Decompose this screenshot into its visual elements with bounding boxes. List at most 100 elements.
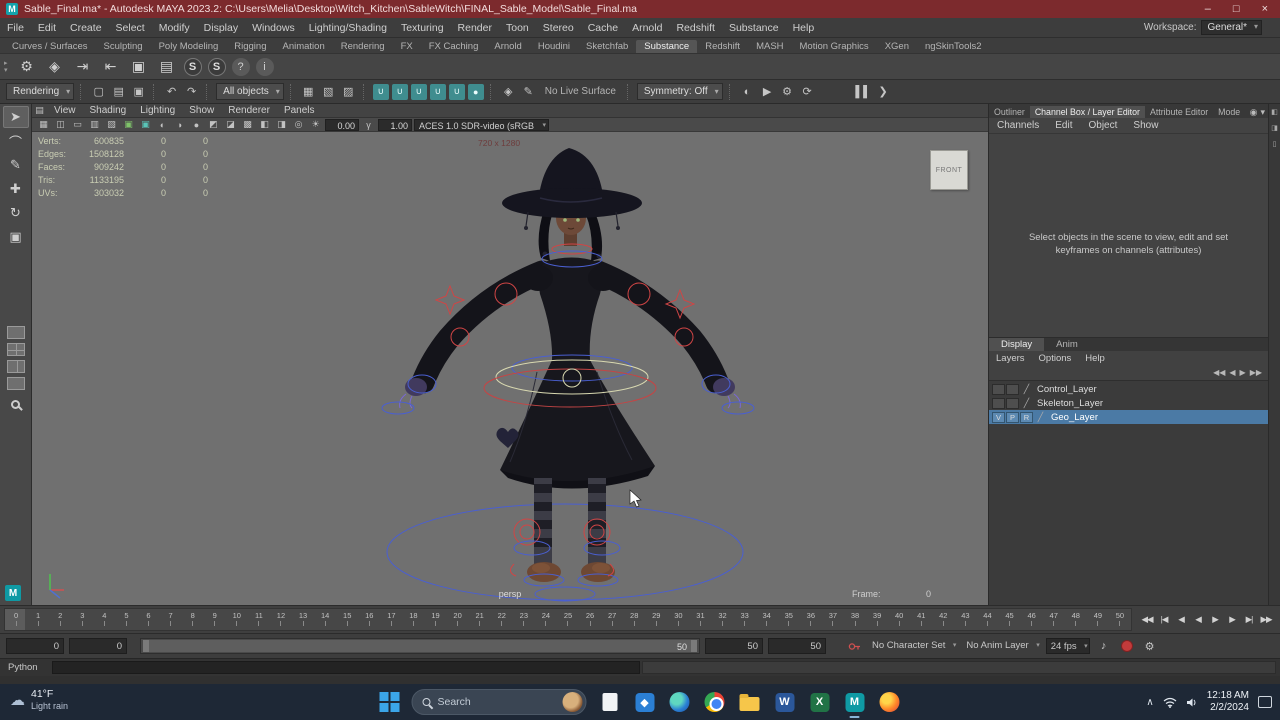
menu-item[interactable]: Redshift <box>669 18 722 38</box>
shelf-tab[interactable]: Redshift <box>697 40 748 53</box>
timeline-tick[interactable]: 16 <box>358 609 380 630</box>
snap-grid-icon[interactable]: ∪ <box>372 83 389 100</box>
zoom-tool-icon[interactable] <box>11 400 20 409</box>
select-object-icon[interactable]: ▧ <box>320 83 337 100</box>
channel-box-menu-item[interactable]: Channels <box>989 120 1047 131</box>
open-scene-icon[interactable]: ▤ <box>110 83 127 100</box>
layer-name[interactable]: Geo_Layer <box>1048 412 1098 423</box>
taskbar-search[interactable] <box>411 689 587 715</box>
layer-editor-menu-item[interactable]: Help <box>1078 353 1112 364</box>
layer-visibility-toggle[interactable]: V <box>992 411 1005 423</box>
snap-curve-icon[interactable]: ∪ <box>391 83 408 100</box>
menu-item[interactable]: Texturing <box>394 18 451 38</box>
timeline-tick[interactable]: 37 <box>822 609 844 630</box>
right-panel-tab[interactable]: Attribute Editor <box>1145 106 1213 118</box>
weather-widget[interactable]: ☁ 41°F Light rain <box>10 688 68 711</box>
menu-item[interactable]: Stereo <box>536 18 581 38</box>
wireframe-shaded-icon[interactable]: ▣ <box>121 119 136 131</box>
layer-row[interactable]: V P R ╱ Geo_Layer <box>989 410 1268 424</box>
timeline-tick[interactable]: 11 <box>248 609 270 630</box>
layer-editor-menu-item[interactable]: Layers <box>989 353 1032 364</box>
ipr-render-icon[interactable]: ▶ <box>759 83 776 100</box>
timeline-tick[interactable]: 35 <box>778 609 800 630</box>
redo-icon[interactable]: ↷ <box>183 83 200 100</box>
rotate-tool-icon[interactable]: ↻ <box>3 202 29 224</box>
playback-end-field[interactable]: 50 <box>705 638 763 654</box>
shelf-tab[interactable]: Rendering <box>333 40 393 53</box>
shelf-tab[interactable]: ngSkinTools2 <box>917 40 990 53</box>
image-plane-icon[interactable]: ▧ <box>104 119 119 131</box>
viewport-menu-item[interactable]: Panels <box>277 105 322 116</box>
timeline-tick[interactable]: 29 <box>645 609 667 630</box>
close-button[interactable]: × <box>1262 3 1268 15</box>
viewport-menu-item[interactable]: Lighting <box>133 105 182 116</box>
menu-item[interactable]: Select <box>109 18 152 38</box>
timeline-tick[interactable]: 2 <box>49 609 71 630</box>
select-component-icon[interactable]: ▨ <box>340 83 357 100</box>
shadows-icon[interactable]: ◑ <box>172 119 187 131</box>
shelf-tab[interactable]: Sculpting <box>96 40 151 53</box>
shelf-tab[interactable]: Substance <box>636 40 698 53</box>
shelf-tab[interactable]: Sketchfab <box>578 40 636 53</box>
layer-name[interactable]: Control_Layer <box>1034 384 1097 395</box>
new-scene-icon[interactable]: ▢ <box>90 83 107 100</box>
menu-item[interactable]: Display <box>197 18 245 38</box>
layer-color-swatch-icon[interactable]: ╱ <box>1034 412 1047 423</box>
go-to-start-button[interactable]: ◀◀ <box>1139 611 1155 629</box>
timeline-ruler[interactable]: 0 1 2 3 4 5 6 7 8 9 10 11 12 13 14 15 16 17 18 19 20 21 22 23 24… <box>4 608 1132 631</box>
workspace-selector[interactable]: Workspace: General* <box>1144 20 1262 35</box>
field-chart-icon[interactable]: ◧ <box>257 119 272 131</box>
scale-tool-icon[interactable]: ▣ <box>3 226 29 248</box>
timeline-tick[interactable]: 20 <box>447 609 469 630</box>
pin-panel-icon[interactable]: ◉ <box>1250 107 1258 118</box>
timeline-tick[interactable]: 33 <box>734 609 756 630</box>
channel-box-menu-item[interactable]: Edit <box>1047 120 1080 131</box>
animation-start-field[interactable]: 0 <box>6 638 64 654</box>
timeline-tick[interactable]: 5 <box>115 609 137 630</box>
two-pane-layout-button[interactable] <box>6 360 25 373</box>
timeline-tick[interactable]: 13 <box>292 609 314 630</box>
menu-item[interactable]: Edit <box>31 18 63 38</box>
layer-next-icon[interactable]: ▶▶ <box>1250 368 1262 377</box>
lasso-tool-icon[interactable]: ⌒ <box>3 130 29 152</box>
renderer-mode-dropdown[interactable]: Rendering <box>6 83 75 100</box>
timeline-tick[interactable]: 30 <box>667 609 689 630</box>
shelf-tab[interactable]: Arnold <box>486 40 529 53</box>
shelf-tab[interactable]: XGen <box>877 40 917 53</box>
menu-item[interactable]: File <box>0 18 31 38</box>
exposure-icon[interactable]: ☀ <box>308 119 323 131</box>
timeline-tick[interactable]: 7 <box>160 609 182 630</box>
select-camera-icon[interactable]: ▦ <box>36 119 51 131</box>
timeline-tick[interactable]: 50 <box>1109 609 1131 630</box>
anti-aliasing-icon[interactable]: ◪ <box>223 119 238 131</box>
lighting-icon[interactable]: ◐ <box>155 119 170 131</box>
range-start-handle[interactable] <box>143 640 149 652</box>
timeline-tick[interactable]: 1 <box>27 609 49 630</box>
outliner-pane-layout-button[interactable] <box>6 377 25 390</box>
timeline-tick[interactable]: 45 <box>999 609 1021 630</box>
character-set-dropdown[interactable]: No Character Set <box>868 638 958 654</box>
step-forward-frame-button[interactable]: ▶ <box>1224 611 1240 629</box>
shelf-tab[interactable]: FX <box>393 40 421 53</box>
timeline-tick[interactable]: 42 <box>932 609 954 630</box>
timeline-tick[interactable]: 12 <box>270 609 292 630</box>
timeline-tick[interactable]: 25 <box>557 609 579 630</box>
step-back-key-button[interactable]: |◀ <box>1156 611 1172 629</box>
timeline-tick[interactable]: 28 <box>623 609 645 630</box>
auto-key-icon[interactable] <box>1118 637 1136 655</box>
pause-viewport-icon[interactable]: ▌▌ <box>855 83 872 100</box>
render-icon[interactable]: ◐ <box>739 83 756 100</box>
timeline-tick[interactable]: 18 <box>402 609 424 630</box>
timeline-tick[interactable]: 38 <box>844 609 866 630</box>
select-hierarchy-icon[interactable]: ▦ <box>300 83 317 100</box>
launch-render-view-icon[interactable]: ⟳ <box>799 83 816 100</box>
single-pane-layout-button[interactable] <box>6 326 25 339</box>
script-language-toggle[interactable]: Python <box>0 659 52 676</box>
viewport-content[interactable]: 720 x 1280 Verts: 600835 0 0 Edges: 1508128 0… <box>32 132 988 605</box>
layer-name[interactable]: Skeleton_Layer <box>1034 398 1103 409</box>
minimize-button[interactable]: – <box>1205 3 1211 15</box>
maximize-button[interactable]: □ <box>1233 3 1240 15</box>
right-panel-tab[interactable]: Channel Box / Layer Editor <box>1029 106 1145 118</box>
hidden-icons-chevron[interactable]: ∧ <box>1146 697 1153 708</box>
timeline-tick[interactable]: 34 <box>756 609 778 630</box>
